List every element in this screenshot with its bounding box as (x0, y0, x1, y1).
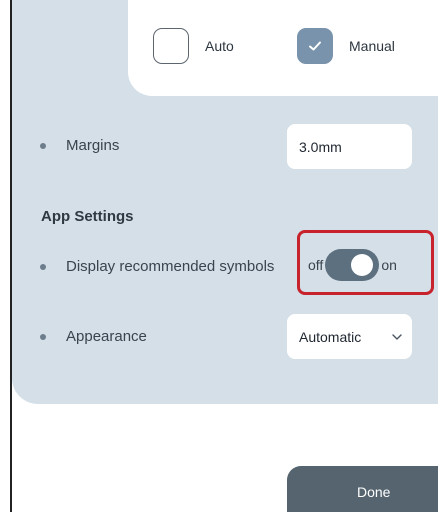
recommended-symbols-label: Display recommended symbols (66, 258, 275, 275)
recommended-symbols-toggle[interactable] (325, 249, 380, 281)
toggle-on-label: on (381, 257, 397, 273)
recommended-symbols-row: Display recommended symbols (40, 258, 274, 275)
margins-row: Margins (40, 137, 119, 154)
margins-input[interactable]: 3.0mm (287, 124, 412, 169)
toggle-knob (351, 254, 374, 276)
bullet-icon (40, 333, 46, 340)
done-button[interactable]: Done (287, 466, 438, 512)
bullet-icon (40, 142, 46, 149)
manual-label: Manual (349, 38, 395, 54)
auto-label: Auto (205, 38, 234, 54)
recommended-symbols-toggle-group: off on (308, 249, 397, 281)
app-settings-heading: App Settings (41, 208, 134, 225)
toggle-off-label: off (308, 257, 324, 273)
checkmark-icon (309, 41, 321, 51)
auto-checkbox[interactable] (153, 28, 189, 64)
margins-label: Margins (66, 137, 120, 154)
chevron-down-icon (392, 333, 402, 340)
manual-checkbox[interactable] (297, 28, 333, 64)
done-label: Done (357, 484, 391, 500)
manual-option[interactable]: Manual (297, 28, 395, 64)
appearance-value: Automatic (299, 328, 362, 345)
auto-option[interactable]: Auto (153, 28, 234, 64)
bullet-icon (40, 263, 46, 270)
settings-screen: Auto Manual Margins 3.0mm App Settings D… (0, 0, 438, 512)
appearance-row: Appearance (40, 328, 147, 345)
appearance-select[interactable]: Automatic (287, 314, 412, 359)
appearance-label: Appearance (66, 328, 147, 345)
